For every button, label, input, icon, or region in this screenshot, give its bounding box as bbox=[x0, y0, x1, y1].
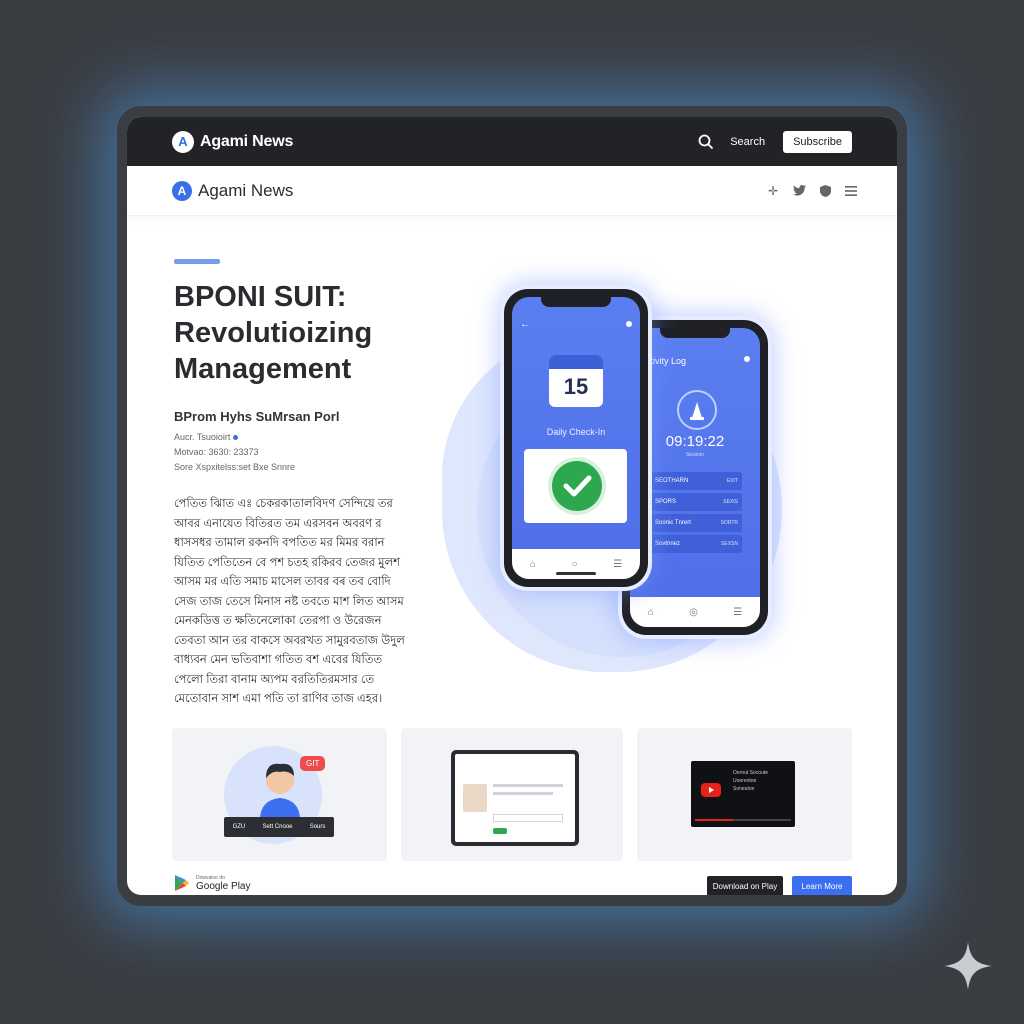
headline-line: BPONI SUIT: bbox=[174, 281, 347, 313]
google-play-text: Dowvaloo do Google Play bbox=[196, 875, 250, 892]
tablet-screen bbox=[455, 754, 575, 842]
menu-icon[interactable]: ☰ bbox=[613, 559, 622, 570]
player-bar-left: GZU bbox=[232, 824, 246, 830]
accent-bar bbox=[174, 259, 220, 264]
tablet-device bbox=[451, 750, 579, 846]
video-card-avatar[interactable]: GIT GZU Sett Cnooe Sours bbox=[172, 728, 387, 861]
phone-tabbar: ⌂ ◎ ☰ bbox=[630, 597, 760, 627]
video-player: Oernut Socoute Uoerentoe Soneatoe bbox=[691, 761, 795, 827]
activity-list: SEOTHARN EXIT SPORS SEXIS Soonic Tnrert SOR… bbox=[638, 472, 742, 556]
row-value: SORTR bbox=[720, 520, 738, 526]
row-label: Sovtnnez bbox=[655, 541, 681, 547]
extra-meta: Sore Xspxitelss:set Bxe Snnre bbox=[174, 462, 296, 472]
row-value: EXIT bbox=[726, 478, 738, 484]
search-icon[interactable] bbox=[698, 134, 714, 150]
input-field bbox=[493, 814, 563, 822]
text-line bbox=[493, 792, 553, 795]
activity-row[interactable]: SEOTHARN EXIT bbox=[638, 472, 742, 490]
learn-more-button[interactable]: Learn More bbox=[792, 876, 852, 895]
checkin-card[interactable] bbox=[524, 449, 627, 523]
row-label: SPORS bbox=[655, 499, 677, 505]
home-icon[interactable]: ⌂ bbox=[648, 607, 654, 618]
verified-dot-icon bbox=[233, 435, 239, 440]
checkmark-icon bbox=[552, 461, 602, 511]
timer-subtitle: Session bbox=[686, 452, 704, 458]
brand-name[interactable]: Agami News bbox=[200, 133, 293, 151]
phone-notch bbox=[541, 297, 611, 307]
date-meta: Motvao: 3630: 23373 bbox=[174, 447, 259, 457]
author-meta: Aucr. Tsuoioirt bbox=[174, 432, 239, 442]
headline-line: Revolutioizing bbox=[174, 317, 373, 349]
video-info: Oernut Socoute Uoerentoe Soneatoe bbox=[733, 769, 768, 793]
twitter-icon[interactable] bbox=[792, 184, 806, 198]
timer-icon bbox=[677, 390, 717, 430]
youtube-card[interactable]: Oernut Socoute Uoerentoe Soneatoe bbox=[637, 728, 852, 861]
activity-row[interactable]: SPORS SEXIS bbox=[638, 493, 742, 511]
phone-notch bbox=[660, 328, 730, 338]
subscribe-button[interactable]: Subscribe bbox=[783, 130, 852, 153]
player-bar[interactable]: GZU Sett Cnooe Sours bbox=[224, 817, 334, 837]
logo-icon[interactable]: A bbox=[172, 180, 192, 201]
activity-row[interactable]: Sovtnnez SEXSN bbox=[638, 535, 742, 553]
logo-icon[interactable]: A bbox=[172, 130, 194, 153]
progress-bar[interactable] bbox=[695, 819, 791, 821]
timer-value: 09:19:22 bbox=[665, 433, 725, 450]
phone-screen: Activity Log 09:19:22 Session SEOTHARN EX… bbox=[630, 328, 760, 627]
byline: BProm Hyhs SuMrsan Porl bbox=[174, 409, 340, 424]
row-value: SEXIS bbox=[723, 499, 738, 505]
shield-icon[interactable] bbox=[818, 184, 832, 198]
text-line bbox=[493, 784, 563, 787]
settings-icon[interactable] bbox=[626, 321, 632, 327]
author-text: Aucr. Tsuoioirt bbox=[174, 432, 231, 442]
menu-icon[interactable] bbox=[844, 184, 858, 198]
google-play-badge[interactable]: Dowvaloo do Google Play bbox=[174, 874, 250, 892]
download-button[interactable]: Download on Play bbox=[707, 876, 783, 895]
activity-row[interactable]: Soonic Tnrert SORTR bbox=[638, 514, 742, 532]
calendar-header bbox=[549, 355, 603, 369]
checkin-label: Daily Check-In bbox=[546, 427, 606, 437]
calendar-icon: 15 bbox=[549, 355, 603, 407]
speech-bubble: GIT bbox=[300, 756, 326, 771]
camera-icon[interactable]: ◎ bbox=[689, 607, 698, 618]
row-label: Soonic Tnrert bbox=[655, 520, 691, 526]
row-value: SEXSN bbox=[721, 541, 738, 547]
search-link[interactable]: Search bbox=[730, 136, 765, 148]
circle-icon[interactable]: ○ bbox=[572, 559, 578, 570]
navbar-brand[interactable]: Agami News bbox=[198, 181, 293, 201]
video-line: Uoerentoe bbox=[733, 778, 757, 784]
phone-checkin: ← 15 Daily Check-In ⌂ ○ ☰ bbox=[504, 289, 648, 587]
video-title: Oernut Socoute bbox=[733, 770, 769, 776]
settings-icon[interactable] bbox=[744, 356, 750, 362]
article-body: পেতিত ঝিাত এঃ চেকরকাতালবিদণ সেন্দিয়ে তর… bbox=[174, 498, 405, 705]
send-button bbox=[493, 828, 507, 834]
sparkle-icon bbox=[944, 942, 992, 990]
player-bar-title: Sett Cnooe bbox=[262, 824, 293, 830]
social-icons: ✛ bbox=[766, 184, 858, 198]
home-icon[interactable]: ⌂ bbox=[530, 559, 536, 570]
progress-fill bbox=[695, 819, 734, 821]
phone-screen: ← 15 Daily Check-In ⌂ ○ ☰ bbox=[512, 297, 640, 579]
row-label: SEOTHARN bbox=[655, 478, 689, 484]
menu-icon[interactable]: ☰ bbox=[733, 607, 742, 618]
play-label: Google Play bbox=[196, 880, 251, 892]
top-header: A Agami News Search Subscribe bbox=[127, 117, 897, 166]
calendar-day: 15 bbox=[563, 374, 589, 399]
tablet-thumbnail bbox=[463, 784, 487, 812]
google-play-icon bbox=[175, 875, 189, 891]
tablet-card[interactable] bbox=[401, 728, 623, 861]
back-arrow-icon[interactable]: ← bbox=[520, 319, 530, 330]
youtube-play-icon[interactable] bbox=[701, 783, 721, 797]
browser-window: A Agami News Search Subscribe A Agami Ne… bbox=[127, 117, 897, 895]
media-cards: GIT GZU Sett Cnooe Sours Oernut Socoute … bbox=[172, 728, 852, 861]
player-bar-right: Sours bbox=[309, 824, 326, 830]
navbar: A Agami News ✛ bbox=[127, 166, 897, 216]
video-line: Soneatoe bbox=[733, 786, 755, 792]
home-indicator bbox=[556, 572, 596, 575]
plus-icon[interactable]: ✛ bbox=[766, 184, 780, 198]
article-headline: BPONI SUIT: Revolutioizing Management bbox=[174, 279, 434, 387]
headline-line: Management bbox=[174, 353, 352, 385]
